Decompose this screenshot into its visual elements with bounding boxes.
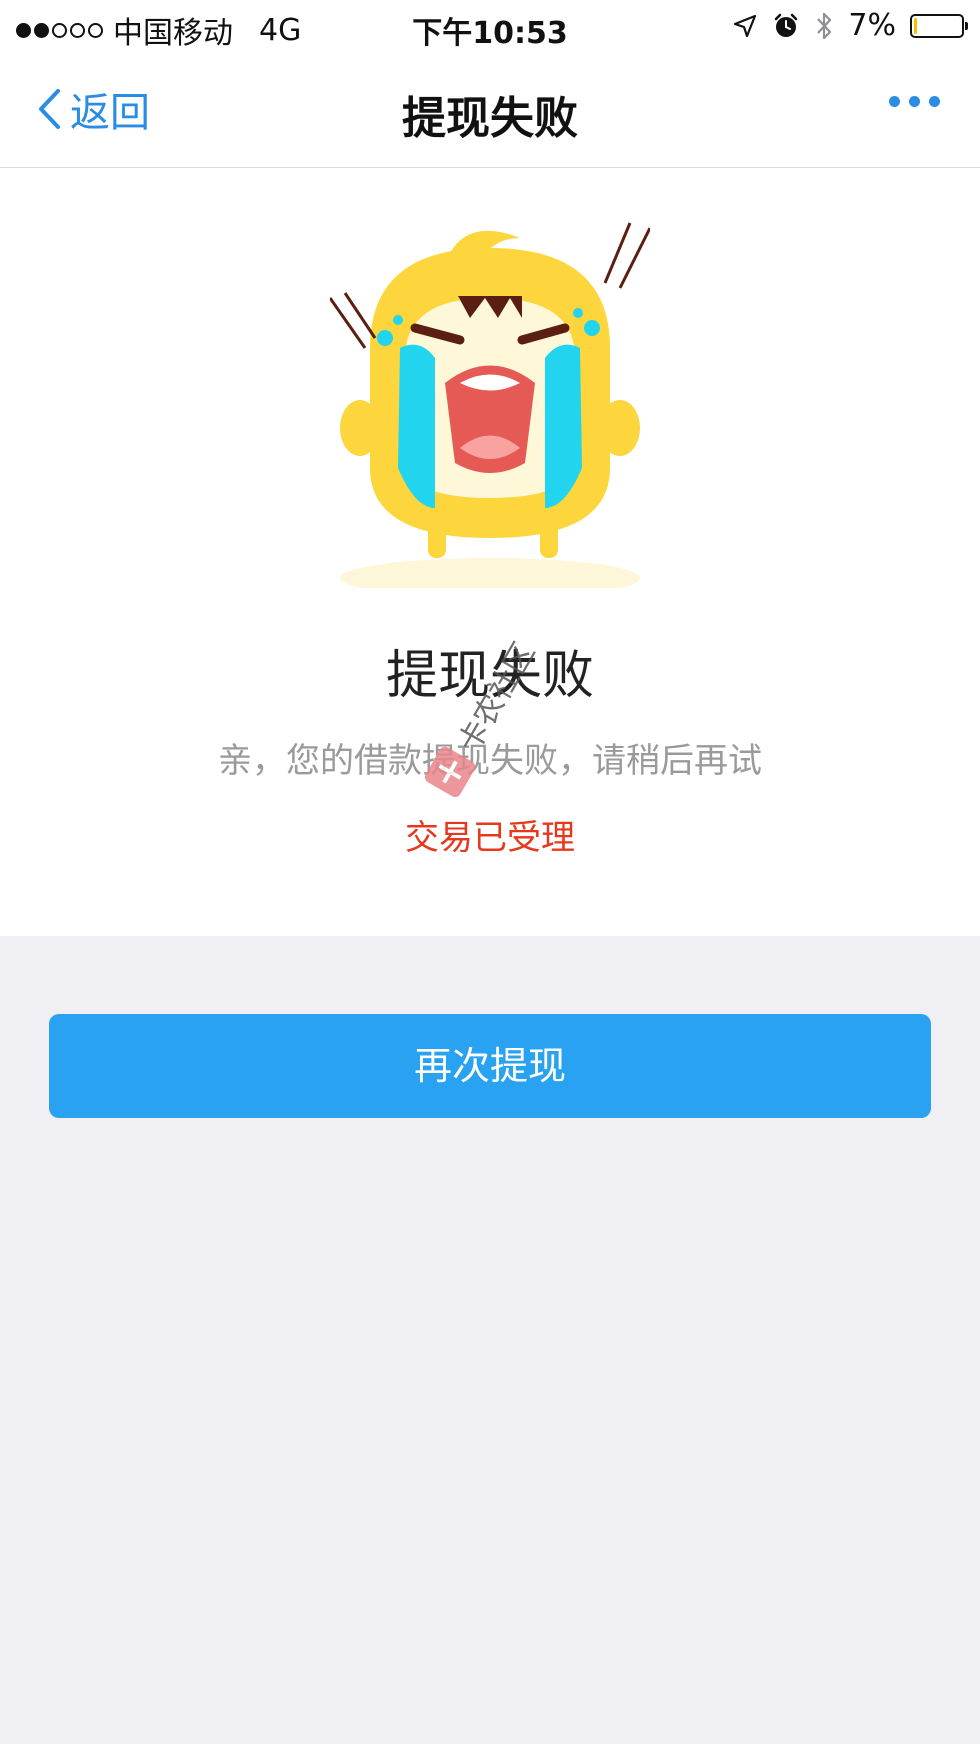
battery-percent: 7% [848, 8, 896, 43]
battery-icon [910, 13, 968, 38]
page-title: 提现失败 [402, 93, 578, 144]
battery-fill [914, 17, 917, 34]
result-status: 交易已受理 [405, 818, 575, 858]
status-bar: 中国移动 4G 下午10:53 7% [0, 0, 980, 54]
status-right: 7% [732, 8, 968, 43]
bluetooth-icon [817, 12, 832, 39]
result-card: 提现失败 亲，您的借款提现失败，请稍后再试 交易已受理 [0, 168, 980, 936]
crying-mascot-icon [330, 222, 650, 588]
nav-bar: 返回 提现失败 [0, 54, 980, 168]
more-dots-icon[interactable] [889, 96, 940, 107]
retry-withdraw-button[interactable]: 再次提现 [49, 1014, 931, 1118]
alarm-clock-icon [775, 13, 798, 37]
location-arrow-icon [734, 14, 757, 37]
